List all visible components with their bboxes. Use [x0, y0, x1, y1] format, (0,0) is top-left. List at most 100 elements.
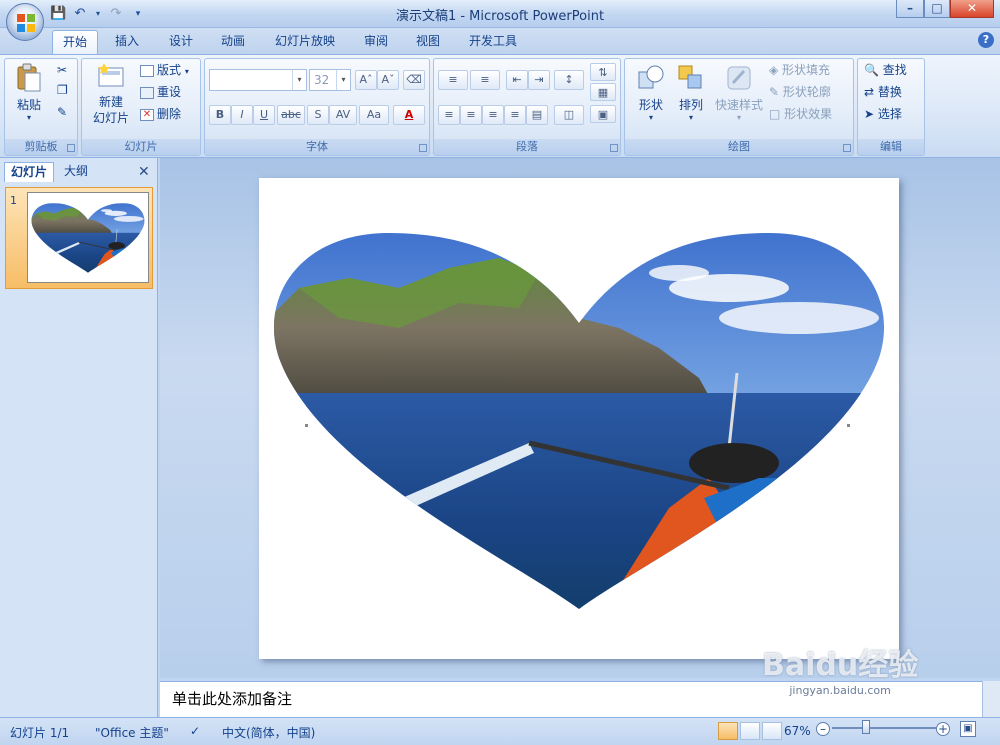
heart-picture[interactable] — [259, 178, 899, 659]
font-name-combo[interactable]: ▾ — [209, 69, 307, 91]
align-center-icon[interactable]: ≡ — [460, 105, 482, 125]
reset-button[interactable]: 重设 — [140, 83, 181, 101]
office-button[interactable] — [6, 3, 44, 41]
undo-dropdown-icon[interactable]: ▾ — [94, 6, 102, 22]
drawing-launcher-icon[interactable] — [843, 144, 851, 152]
new-slide-label: 新建 幻灯片 — [92, 95, 129, 125]
select-button[interactable]: ➤ 选择 — [864, 105, 902, 123]
tab-developer[interactable]: 开发工具 — [460, 30, 526, 54]
paragraph-launcher-icon[interactable] — [610, 144, 618, 152]
align-left-icon[interactable]: ≡ — [438, 105, 460, 125]
group-editing: 🔍 查找 ⇄ 替换 ➤ 选择 编辑 — [857, 58, 925, 156]
align-right-icon[interactable]: ≡ — [482, 105, 504, 125]
text-shadow-icon[interactable]: S — [307, 105, 329, 125]
window-title: 演示文稿1 - Microsoft PowerPoint — [395, 9, 605, 24]
bold-icon[interactable]: B — [209, 105, 231, 125]
increase-indent-icon[interactable]: ⇥ — [528, 70, 550, 90]
notes-scrollbar[interactable] — [982, 681, 1000, 717]
status-language[interactable]: 中文(简体，中国) — [222, 724, 315, 741]
slide-thumbnail[interactable] — [27, 192, 149, 283]
arrange-dropdown-icon: ▾ — [688, 113, 693, 122]
font-color-icon[interactable]: A — [393, 105, 425, 125]
undo-icon[interactable]: ↶ — [72, 6, 88, 22]
customize-qat-icon[interactable]: ▾ — [130, 6, 146, 22]
font-size-combo[interactable]: 32 ▾ — [309, 69, 351, 91]
panel-tab-outline[interactable]: 大纲 — [58, 162, 94, 182]
shape-fill-button[interactable]: ◈ 形状填充 — [769, 61, 830, 79]
quick-styles-label: 快速样式 — [714, 98, 763, 112]
italic-icon[interactable]: I — [231, 105, 253, 125]
zoom-slider[interactable] — [832, 727, 936, 729]
copy-icon[interactable]: ❐ — [57, 81, 68, 99]
slide-canvas[interactable] — [259, 178, 899, 659]
cut-icon[interactable]: ✂ — [57, 61, 67, 79]
paste-label: 粘贴 — [16, 98, 41, 112]
shape-effects-button[interactable]: □ 形状效果 — [769, 105, 832, 123]
tab-animations[interactable]: 动画 — [212, 30, 254, 54]
shapes-button[interactable]: 形状 ▾ — [631, 63, 671, 122]
normal-view-icon[interactable] — [718, 722, 738, 740]
panel-tab-slides[interactable]: 幻灯片 — [4, 162, 55, 182]
shapes-dropdown-icon: ▾ — [648, 113, 653, 122]
arrange-button[interactable]: 排列 ▾ — [671, 63, 711, 122]
find-button[interactable]: 🔍 查找 — [864, 61, 907, 79]
save-icon[interactable]: 💾 — [50, 6, 66, 22]
spell-check-icon[interactable]: ✓ — [190, 724, 200, 738]
clear-formatting-icon[interactable]: ⌫ — [403, 70, 425, 90]
new-slide-button[interactable]: 新建 幻灯片 — [86, 61, 136, 126]
tab-design[interactable]: 设计 — [160, 30, 202, 54]
delete-button[interactable]: ✕ 删除 — [140, 105, 181, 123]
slide-sorter-icon[interactable] — [740, 722, 760, 740]
justify-icon[interactable]: ≡ — [504, 105, 526, 125]
group-clipboard: 粘贴 ▾ ✂ ❐ ✎ 剪贴板 — [4, 58, 78, 156]
delete-label: 删除 — [157, 107, 182, 121]
zoom-level[interactable]: 67% — [784, 724, 811, 738]
help-icon[interactable]: ? — [978, 32, 994, 48]
underline-icon[interactable]: U — [253, 105, 275, 125]
font-launcher-icon[interactable] — [419, 144, 427, 152]
change-case-icon[interactable]: Aa — [359, 105, 389, 125]
panel-close-icon[interactable]: ✕ — [138, 164, 150, 180]
font-name-dropdown-icon: ▾ — [292, 70, 306, 90]
numbering-icon[interactable]: ≡ — [470, 70, 500, 90]
format-painter-icon[interactable]: ✎ — [57, 103, 67, 121]
smartart-icon[interactable]: ▣ — [590, 105, 616, 123]
shapes-icon — [638, 65, 664, 89]
distributed-icon[interactable]: ▤ — [526, 105, 548, 125]
close-button[interactable]: ✕ — [950, 0, 994, 18]
line-spacing-icon[interactable]: ↕ — [554, 70, 584, 90]
paste-button[interactable]: 粘贴 ▾ — [9, 63, 49, 122]
redo-icon[interactable]: ↷ — [108, 6, 124, 22]
status-slide-info: 幻灯片 1/1 — [10, 726, 70, 740]
zoom-out-icon[interactable]: – — [816, 722, 830, 736]
text-direction-icon[interactable]: ⇅ — [590, 63, 616, 81]
shape-outline-button[interactable]: ✎ 形状轮廓 — [769, 83, 831, 101]
tab-view[interactable]: 视图 — [407, 30, 449, 54]
maximize-button[interactable]: □ — [924, 0, 950, 18]
zoom-in-icon[interactable]: + — [936, 722, 950, 736]
align-text-icon[interactable]: ▦ — [590, 83, 616, 101]
strikethrough-icon[interactable]: abc — [277, 105, 305, 125]
tab-slide-show[interactable]: 幻灯片放映 — [266, 30, 344, 54]
close-icon: ✕ — [966, 1, 978, 15]
zoom-slider-thumb[interactable] — [862, 720, 870, 734]
minimize-button[interactable]: – — [896, 0, 924, 18]
slide-show-icon[interactable] — [762, 722, 782, 740]
decrease-indent-icon[interactable]: ⇤ — [506, 70, 528, 90]
bullets-icon[interactable]: ≡ — [438, 70, 468, 90]
arrange-icon — [678, 65, 702, 89]
grow-font-icon[interactable]: Aˆ — [355, 70, 377, 90]
character-spacing-icon[interactable]: AV — [329, 105, 357, 125]
columns-icon[interactable]: ◫ — [554, 105, 584, 125]
tab-insert[interactable]: 插入 — [106, 30, 148, 54]
group-drawing: 形状 ▾ 排列 ▾ 快速样式 ▾ ◈ 形状填充 ✎ 形状轮廓 □ 形状效果 绘图 — [624, 58, 854, 156]
tab-review[interactable]: 审阅 — [355, 30, 397, 54]
fit-to-window-icon[interactable]: ▣ — [960, 721, 976, 737]
clipboard-launcher-icon[interactable] — [67, 144, 75, 152]
replace-button[interactable]: ⇄ 替换 — [864, 83, 902, 101]
layout-button[interactable]: 版式 ▾ — [140, 61, 189, 79]
tab-home[interactable]: 开始 — [52, 30, 98, 54]
shrink-font-icon[interactable]: Aˇ — [377, 70, 399, 90]
status-theme: "Office 主题" — [95, 726, 169, 740]
quick-styles-button[interactable]: 快速样式 ▾ — [713, 63, 765, 122]
